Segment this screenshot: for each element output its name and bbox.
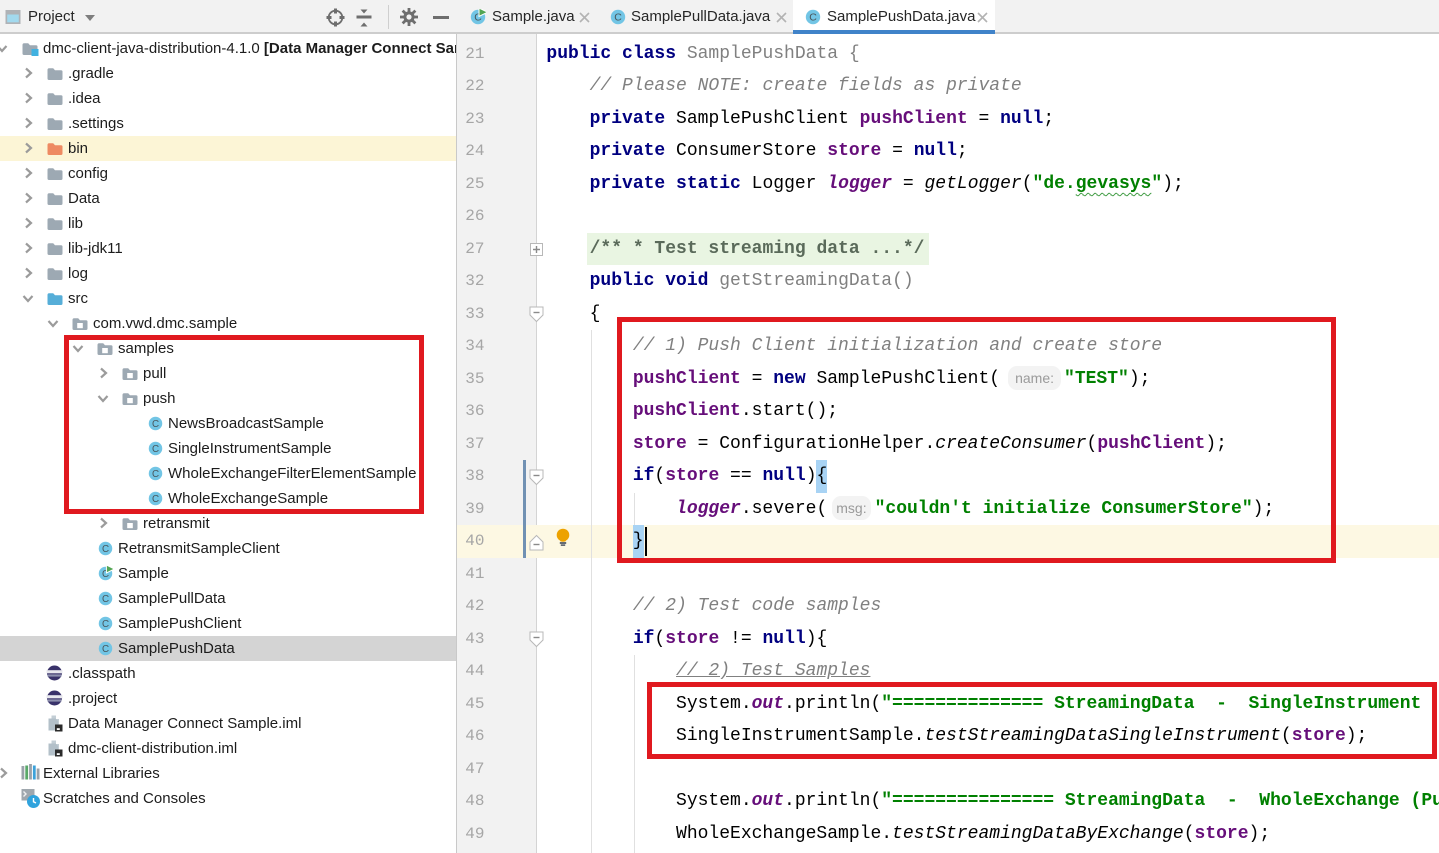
- svg-text:C: C: [614, 12, 622, 24]
- svg-text:C: C: [809, 12, 817, 24]
